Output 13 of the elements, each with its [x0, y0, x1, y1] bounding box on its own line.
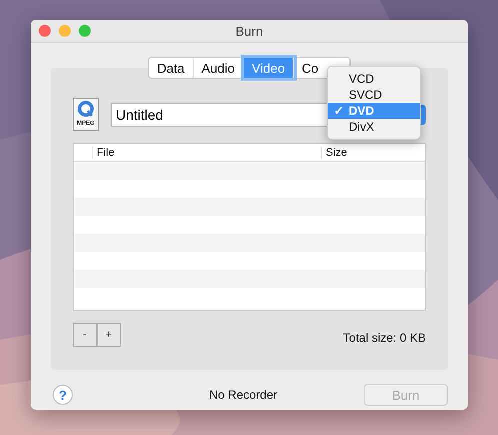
- total-size-text: Total size: 0 KB: [343, 331, 426, 347]
- zoom-icon[interactable]: [79, 25, 91, 37]
- close-icon[interactable]: [39, 25, 51, 37]
- column-header[interactable]: File: [93, 146, 322, 158]
- help-button[interactable]: ?: [53, 385, 73, 405]
- list-button[interactable]: +: [97, 323, 121, 347]
- window-title: Burn: [236, 24, 264, 38]
- column-header[interactable]: Size: [322, 146, 348, 158]
- minimize-icon[interactable]: [59, 25, 71, 37]
- menu-item[interactable]: SVCD: [328, 87, 420, 103]
- recorder-status: No Recorder: [209, 388, 278, 402]
- tab[interactable]: Data: [149, 58, 194, 78]
- list-button[interactable]: -: [73, 323, 97, 347]
